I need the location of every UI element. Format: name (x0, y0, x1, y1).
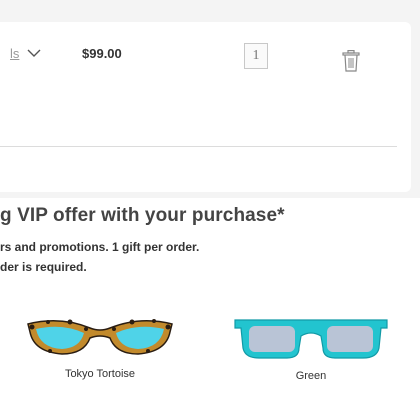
quantity-field[interactable]: 1 (244, 43, 268, 69)
offer-description: rs and promotions. 1 gift per order. (0, 240, 200, 254)
green-sunglasses-image[interactable] (231, 312, 391, 362)
product-name: Tokyo Tortoise (64, 368, 136, 380)
item-price: $99.00 (82, 46, 122, 61)
tortoise-sunglasses-image[interactable] (20, 312, 180, 360)
vip-offer-section (0, 198, 420, 420)
divider (0, 146, 397, 147)
offer-title: g VIP offer with your purchase* (0, 205, 285, 226)
trash-icon[interactable] (342, 50, 360, 72)
gift-product-green[interactable]: Green (231, 312, 391, 382)
cart-item-card (0, 22, 411, 192)
offer-requirement: der is required. (0, 260, 87, 274)
details-link-text[interactable]: ls (10, 46, 19, 61)
gift-product-tokyo-tortoise[interactable]: Tokyo Tortoise (20, 312, 180, 380)
chevron-down-icon[interactable] (27, 49, 41, 58)
product-name: Green (295, 370, 327, 382)
details-link[interactable]: ls (10, 46, 41, 61)
